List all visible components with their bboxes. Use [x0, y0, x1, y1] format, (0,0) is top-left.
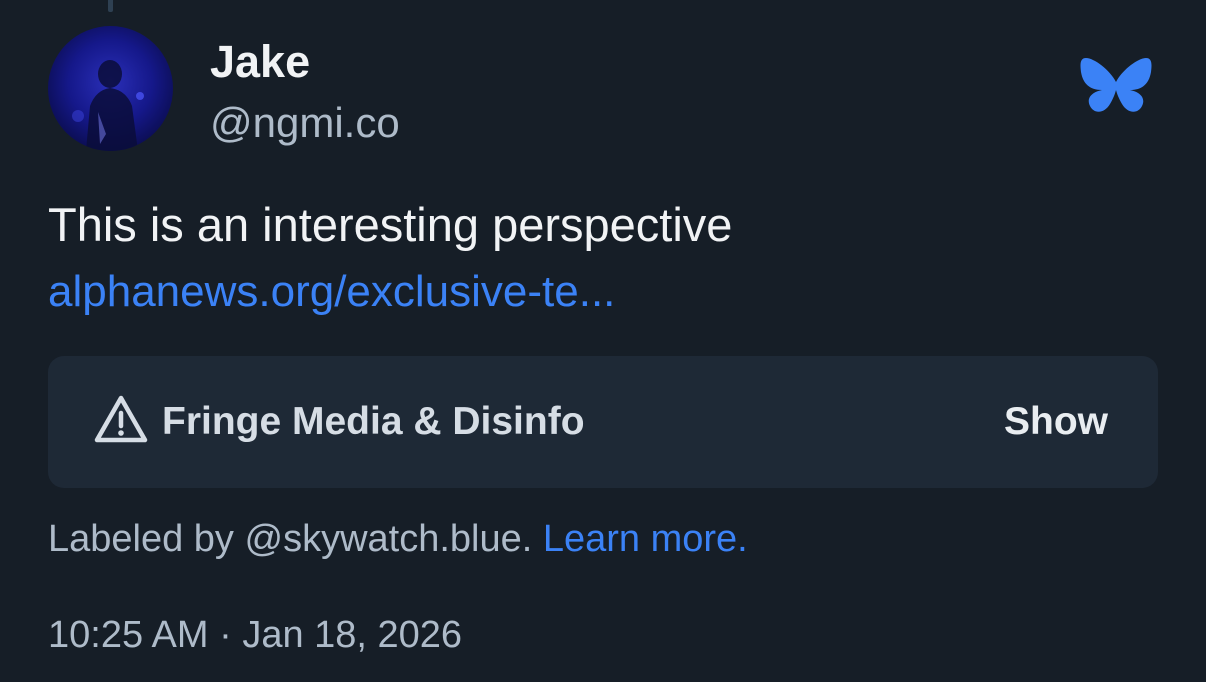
- post-link[interactable]: alphanews.org/exclusive-te...: [48, 264, 615, 320]
- content-warning-box: Fringe Media & Disinfo Show: [48, 356, 1158, 488]
- avatar[interactable]: [48, 26, 173, 151]
- post-timestamp: 10:25 AM · Jan 18, 2026: [48, 614, 463, 656]
- author-display-name[interactable]: Jake: [210, 36, 310, 88]
- avatar-photo: [72, 60, 144, 151]
- author-handle[interactable]: @ngmi.co: [210, 98, 400, 148]
- post-text: This is an interesting perspective: [48, 198, 733, 251]
- labeled-by-line: Labeled by @skywatch.blue. Learn more.: [48, 512, 748, 566]
- content-label-text: Fringe Media & Disinfo: [162, 400, 585, 443]
- warning-triangle-icon: [94, 394, 148, 444]
- bluesky-butterfly-icon: [1080, 56, 1152, 120]
- labeled-by-text: Labeled by @skywatch.blue.: [48, 518, 533, 560]
- learn-more-link[interactable]: Learn more.: [543, 518, 748, 560]
- show-button[interactable]: Show: [1004, 394, 1108, 450]
- thread-connector-line: [108, 0, 113, 12]
